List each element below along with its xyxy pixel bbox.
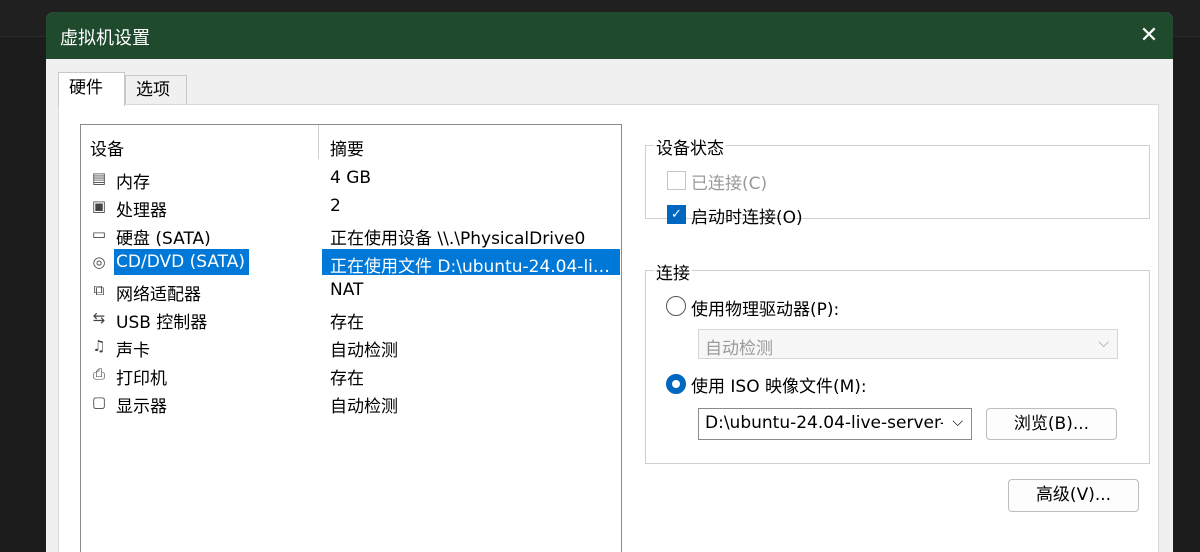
connect-on-start-checkbox[interactable]: ✓ (667, 205, 686, 224)
chevron-down-icon: ⌵ (1098, 335, 1109, 351)
physical-drive-label: 使用物理驱动器(P): (691, 300, 840, 320)
printer-icon: ⎙ (92, 365, 105, 383)
physical-drive-select[interactable]: 自动检测 ⌵ (698, 329, 1118, 359)
display-icon: ▢ (91, 393, 107, 411)
column-divider[interactable] (318, 125, 319, 159)
device-row[interactable]: ◎ CD/DVD (SATA) 正在使用文件 D:\ubuntu-24.04-liv… (82, 249, 620, 277)
connection-legend: 连接 (654, 259, 692, 284)
device-name: 显示器 (116, 397, 167, 417)
chevron-down-icon[interactable]: ⌵ (952, 414, 963, 430)
device-summary: 存在 (330, 313, 364, 333)
device-summary: 正在使用文件 D:\ubuntu-24.04-live-server-amd64… (330, 257, 615, 277)
vm-settings-dialog: 虚拟机设置 ✕ 硬件 选项 设备 摘要 ▤ 内存 4 GB ▣ 处理器 2 ▭ 硬盘 (SAT… (46, 12, 1173, 552)
device-row[interactable]: ⇆ USB 控制器 存在 (82, 305, 620, 333)
device-name: 处理器 (116, 201, 167, 221)
device-row[interactable]: ▣ 处理器 2 (82, 193, 620, 221)
device-list-header: 设备 摘要 (81, 125, 621, 160)
sound-icon: ♫ (92, 337, 106, 355)
connect-on-start-label: 启动时连接(O) (691, 208, 803, 228)
advanced-button[interactable]: 高级(V)... (1008, 479, 1139, 512)
device-summary: 正在使用设备 \\.\PhysicalDrive0 (330, 229, 586, 249)
connected-checkbox[interactable] (667, 171, 686, 190)
dialog-title: 虚拟机设置 (60, 28, 150, 49)
close-icon[interactable]: ✕ (1131, 18, 1167, 54)
device-row[interactable]: ▭ 硬盘 (SATA) 正在使用设备 \\.\PhysicalDrive0 (82, 221, 620, 249)
device-name: 内存 (116, 173, 150, 193)
physical-drive-value: 自动检测 (705, 339, 773, 359)
device-row[interactable]: ♫ 声卡 自动检测 (82, 333, 620, 361)
device-row[interactable]: ⧉ 网络适配器 NAT (82, 277, 620, 305)
device-name: 网络适配器 (116, 285, 201, 305)
memory-icon: ▤ (91, 169, 107, 187)
device-name: 声卡 (116, 341, 150, 361)
checkmark-icon: ✓ (671, 207, 682, 222)
iso-file-radio[interactable] (666, 374, 686, 394)
cpu-icon: ▣ (91, 197, 107, 215)
device-summary: 存在 (330, 369, 364, 389)
connection-group: 连接 使用物理驱动器(P): 自动检测 ⌵ 使用 ISO 映像文件(M): D:… (645, 259, 1150, 464)
device-status-legend: 设备状态 (654, 134, 726, 159)
cd-icon: ◎ (92, 253, 106, 271)
device-summary: 自动检测 (330, 397, 398, 417)
device-status-group: 设备状态 已连接(C) ✓ 启动时连接(O) (645, 134, 1150, 228)
connected-label: 已连接(C) (691, 174, 768, 194)
browse-button[interactable]: 浏览(B)... (986, 408, 1117, 440)
device-name: USB 控制器 (116, 313, 208, 333)
device-summary: 自动检测 (330, 341, 398, 361)
device-name: 硬盘 (SATA) (116, 229, 211, 249)
device-summary: NAT (330, 280, 364, 300)
device-row[interactable]: ⎙ 打印机 存在 (82, 361, 620, 389)
dialog-titlebar[interactable]: 虚拟机设置 ✕ (46, 12, 1173, 59)
device-summary: 2 (330, 196, 341, 216)
device-list[interactable]: 设备 摘要 ▤ 内存 4 GB ▣ 处理器 2 ▭ 硬盘 (SATA) 正在使用设备 \\.\P… (80, 124, 622, 552)
device-row[interactable]: ▤ 内存 4 GB (82, 165, 620, 193)
device-summary: 4 GB (330, 168, 372, 188)
device-name: 打印机 (116, 369, 167, 389)
hardware-panel: 设备 摘要 ▤ 内存 4 GB ▣ 处理器 2 ▭ 硬盘 (SATA) 正在使用设备 \\.\P… (58, 104, 1159, 552)
column-header-device[interactable]: 设备 (90, 135, 124, 160)
device-row[interactable]: ▢ 显示器 自动检测 (82, 389, 620, 417)
column-header-summary[interactable]: 摘要 (330, 135, 364, 160)
iso-file-label: 使用 ISO 映像文件(M): (691, 377, 867, 397)
physical-drive-radio[interactable] (666, 296, 686, 316)
network-icon: ⧉ (93, 281, 105, 299)
usb-icon: ⇆ (92, 309, 106, 327)
iso-path-value: D:\ubuntu-24.04-live-server-amd64.iso (705, 413, 943, 433)
device-name: CD/DVD (SATA) (114, 249, 249, 275)
disk-icon: ▭ (91, 225, 107, 243)
tab-options[interactable]: 选项 (125, 75, 187, 105)
iso-path-combo[interactable]: D:\ubuntu-24.04-live-server-amd64.iso ⌵ (698, 408, 972, 440)
tab-hardware[interactable]: 硬件 (58, 72, 125, 106)
